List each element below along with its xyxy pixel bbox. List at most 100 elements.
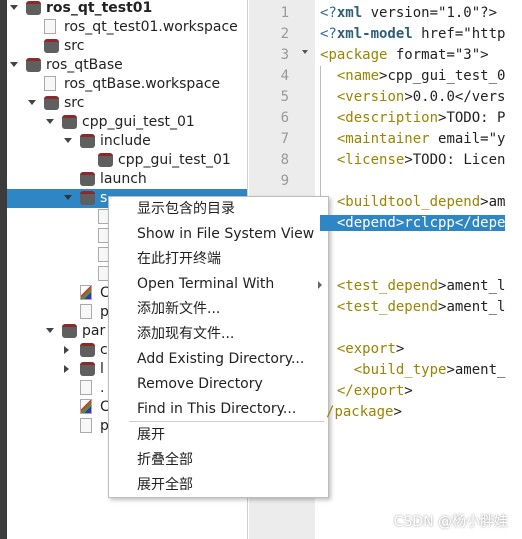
tree-item-label: ros_qtBase (46, 57, 123, 73)
context-menu-item[interactable]: 展开 (109, 423, 328, 448)
context-menu-item[interactable]: Open Terminal With (109, 272, 328, 297)
code-tag: xml-model (336, 26, 413, 42)
expand-arrow-icon[interactable] (64, 346, 69, 354)
code-rest: > (395, 341, 405, 357)
tree-item[interactable]: src (7, 94, 247, 113)
code-line[interactable]: <license>TODO: Licen (320, 150, 506, 171)
code-punct: < (320, 278, 346, 294)
folder-icon (80, 362, 95, 376)
line-number: 8 (280, 152, 289, 168)
code-tag: package (334, 404, 394, 420)
expand-arrow-icon[interactable] (64, 365, 69, 373)
menu-item-label: 添加现有文件... (137, 326, 235, 342)
file-icon (80, 418, 92, 433)
code-line[interactable]: <maintainer email="y (320, 129, 506, 150)
menu-item-label: 添加新文件... (137, 301, 221, 317)
code-line[interactable]: <name>cpp_gui_test_0 (320, 66, 506, 87)
tree-item[interactable]: ros_qt_test01 (7, 0, 247, 18)
tree-item-label: cpp_gui_test_01 (82, 114, 195, 130)
code-line[interactable]: <description>TODO: P (320, 108, 506, 129)
code-line[interactable]: <depend>rclcpp</depe (320, 213, 506, 234)
collapse-arrow-icon[interactable] (46, 328, 54, 333)
collapse-arrow-icon[interactable] (64, 138, 72, 143)
context-menu-item[interactable]: 在此打开终端 (109, 247, 328, 272)
selected-text[interactable]: <depend>rclcpp</depe (320, 215, 506, 231)
code-rest: >cpp_gui_test_0 (379, 68, 506, 84)
code-line[interactable]: <test_depend>ament_l (320, 297, 506, 318)
context-menu-item[interactable]: Find in This Directory... (109, 397, 328, 422)
code-line[interactable]: <buildtool_depend>am (320, 192, 506, 213)
folder-icon (80, 134, 95, 148)
folder-icon (80, 343, 95, 357)
context-menu-item[interactable]: Remove Directory (109, 372, 328, 397)
context-menu-item[interactable]: 展开全部 (109, 473, 328, 498)
file-icon (44, 19, 56, 34)
menu-item-label: Find in This Directory... (137, 401, 297, 417)
tree-item[interactable]: cpp_gui_test_01 (7, 151, 247, 170)
code-punct: < (320, 194, 346, 210)
tree-item[interactable]: launch (7, 170, 247, 189)
context-menu-item[interactable]: 添加新文件... (109, 297, 328, 322)
folder-icon (62, 324, 77, 338)
menu-item-label: Remove Directory (137, 376, 263, 392)
tree-item[interactable]: ros_qtBase.workspace (7, 75, 247, 94)
menu-item-label: 在此打开终端 (137, 251, 221, 267)
tree-item-label: . (100, 380, 105, 396)
code-line[interactable]: <export> (320, 339, 404, 360)
context-menu-item[interactable]: Show in File System View (109, 222, 328, 247)
code-punct: < (320, 152, 346, 168)
context-menu-item[interactable]: 添加现有文件... (109, 322, 328, 347)
code-tag: export (353, 383, 405, 399)
code-line[interactable]: <package format="3"> (320, 45, 489, 66)
code-line[interactable]: </export> (320, 381, 413, 402)
code-line[interactable]: <build_type>ament_ (320, 360, 506, 381)
folder-icon (44, 39, 59, 53)
file-icon (80, 380, 92, 395)
menu-item-label: 显示包含的目录 (137, 201, 235, 217)
fold-arrow-icon[interactable] (302, 50, 308, 54)
code-punct: < (320, 68, 346, 84)
code-line[interactable]: <?xml-model href="http (320, 24, 505, 45)
file-icon (44, 76, 56, 91)
line-number: 7 (280, 131, 289, 147)
tree-item[interactable]: cpp_gui_test_01 (7, 113, 247, 132)
cmake-file-icon (80, 285, 92, 300)
line-number: 1 (280, 5, 289, 21)
code-rest: >ament_l (438, 278, 506, 294)
left-scrollbar[interactable] (0, 0, 7, 539)
line-number: 3 (280, 47, 289, 63)
tree-item[interactable]: include (7, 132, 247, 151)
folder-icon (26, 1, 41, 15)
collapse-arrow-icon[interactable] (10, 5, 18, 10)
code-line[interactable]: <version>0.0.0</vers (320, 87, 506, 108)
code-tag: xml (336, 5, 363, 21)
tree-item[interactable]: ros_qt_test01.workspace (7, 18, 247, 37)
collapse-arrow-icon[interactable] (46, 119, 54, 124)
code-punct: < (320, 110, 346, 126)
watermark: CSDN @杨小胖娃 (393, 514, 508, 530)
tree-item[interactable]: src (7, 37, 247, 56)
tree-item-label: include (100, 133, 151, 149)
code-rest: format="3"> (387, 47, 489, 63)
code-tag: description (345, 110, 439, 126)
collapse-arrow-icon[interactable] (28, 100, 36, 105)
code-punct: </ (320, 383, 354, 399)
folder-icon (44, 96, 59, 110)
code-line[interactable]: <?xml version="1.0"?> (320, 3, 497, 24)
tree-item[interactable]: ros_qtBase (7, 56, 247, 75)
code-line[interactable]: /package> (326, 402, 402, 423)
code-rest: > (393, 404, 402, 420)
context-menu-item[interactable]: Add Existing Directory... (109, 347, 328, 372)
menu-item-label: Open Terminal With (137, 276, 275, 292)
code-line[interactable]: <test_depend>ament_l (320, 276, 506, 297)
context-menu: 显示包含的目录 Show in File System View 在此打开终端 Ope… (108, 196, 329, 498)
code-punct: < (320, 362, 363, 378)
tree-item-label: l (100, 361, 104, 377)
code-punct: < (320, 131, 346, 147)
context-menu-item[interactable]: 显示包含的目录 (109, 197, 328, 222)
collapse-arrow-icon[interactable] (10, 62, 18, 67)
code-punct: < (320, 341, 346, 357)
code-tag: version (345, 89, 405, 105)
context-menu-item[interactable]: 折叠全部 (109, 448, 328, 473)
collapse-arrow-icon[interactable] (64, 195, 72, 200)
